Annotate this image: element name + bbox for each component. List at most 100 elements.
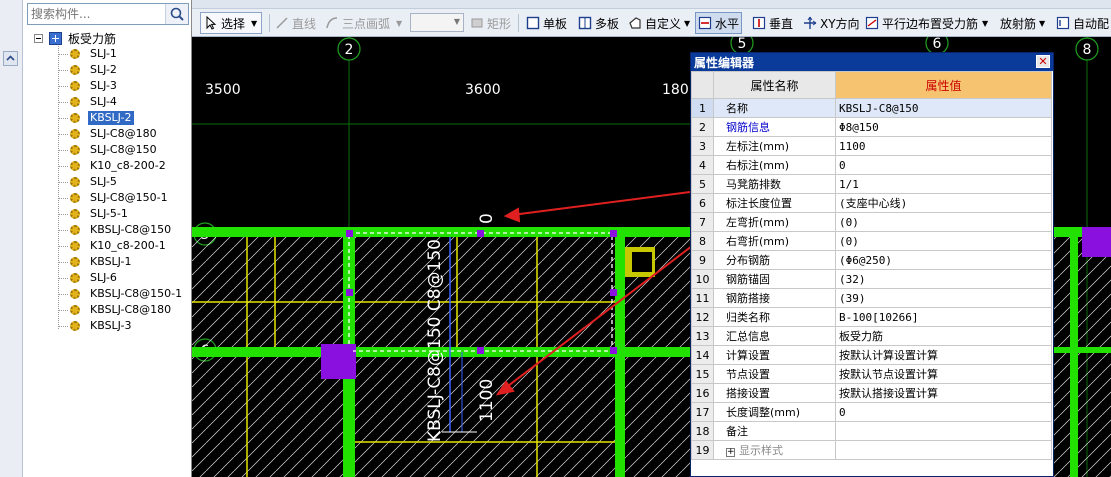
custom-button[interactable]: 自定义 ▼ bbox=[628, 12, 690, 34]
auto-config-button[interactable]: 自动配 bbox=[1056, 12, 1109, 34]
tree-item[interactable]: KBSLJ-3 bbox=[70, 318, 134, 334]
property-value[interactable]: 0 bbox=[835, 155, 1052, 175]
select-button[interactable]: 选择 ▼ bbox=[200, 12, 262, 34]
property-row[interactable]: 6 标注长度位置 (支座中心线) bbox=[691, 193, 1052, 213]
tree-item[interactable]: K10_c8-200-2 bbox=[70, 158, 168, 174]
property-row[interactable]: 1 名称 KBSLJ-C8@150 bbox=[691, 98, 1052, 118]
property-row[interactable]: 11 钢筋搭接 (39) bbox=[691, 288, 1052, 308]
tree-item[interactable]: SLJ-C8@150 bbox=[70, 142, 159, 158]
rebar-component-icon bbox=[70, 289, 80, 299]
property-value[interactable]: (Φ6@250) bbox=[835, 250, 1052, 270]
empty-dropdown[interactable]: ▼ bbox=[410, 13, 464, 32]
property-value[interactable]: 0 bbox=[835, 402, 1052, 422]
custom-polygon-icon bbox=[629, 17, 641, 29]
property-value[interactable]: (32) bbox=[835, 269, 1052, 289]
property-value[interactable]: (0) bbox=[835, 231, 1052, 251]
tree-item[interactable]: SLJ-C8@180 bbox=[70, 126, 159, 142]
property-row[interactable]: 4 右标注(mm) 0 bbox=[691, 155, 1052, 175]
property-row[interactable]: 12 归类名称 B-100[10266] bbox=[691, 307, 1052, 327]
tree-item[interactable]: KBSLJ-2 bbox=[70, 110, 134, 126]
parallel-edge-button[interactable]: 平行边布置受力筋 ▼ bbox=[865, 12, 988, 34]
multi-board-icon bbox=[578, 16, 592, 30]
tree-item[interactable]: SLJ-C8@150-1 bbox=[70, 190, 170, 206]
search-box bbox=[27, 3, 189, 25]
column[interactable] bbox=[1082, 227, 1111, 257]
property-row[interactable]: 7 左弯折(mm) (0) bbox=[691, 212, 1052, 232]
slab[interactable] bbox=[622, 357, 692, 477]
radial-button[interactable]: 放射筋 ▼ bbox=[1000, 12, 1045, 34]
tree-item[interactable]: SLJ-3 bbox=[70, 78, 119, 94]
close-icon[interactable]: ✕ bbox=[1036, 55, 1050, 68]
vertical-button[interactable]: 垂直 bbox=[752, 12, 793, 34]
property-name: 左弯折(mm) bbox=[713, 212, 836, 232]
single-board-button[interactable]: 单板 bbox=[526, 12, 567, 34]
property-value[interactable]: Φ8@150 bbox=[835, 117, 1052, 137]
property-row[interactable]: 14 计算设置 按默认计算设置计算 bbox=[691, 345, 1052, 365]
property-value[interactable]: (39) bbox=[835, 288, 1052, 308]
property-row[interactable]: 5 马凳筋排数 1/1 bbox=[691, 174, 1052, 194]
collapse-icon[interactable] bbox=[34, 33, 43, 43]
xy-direction-button[interactable]: XY方向 bbox=[803, 12, 860, 34]
search-input[interactable] bbox=[28, 4, 170, 24]
tree-item[interactable]: SLJ-4 bbox=[70, 94, 119, 110]
property-row[interactable]: 15 节点设置 按默认节点设置计算 bbox=[691, 364, 1052, 384]
property-index: 9 bbox=[691, 250, 714, 270]
property-value[interactable]: KBSLJ-C8@150 bbox=[835, 98, 1052, 118]
property-row[interactable]: 19 + 显示样式 bbox=[691, 440, 1052, 460]
property-value[interactable]: 板受力筋 bbox=[835, 326, 1052, 346]
property-value[interactable]: (0) bbox=[835, 212, 1052, 232]
property-value[interactable]: 1/1 bbox=[835, 174, 1052, 194]
tree-item[interactable]: SLJ-5-1 bbox=[70, 206, 130, 222]
slab[interactable] bbox=[1052, 237, 1111, 477]
slab[interactable] bbox=[355, 237, 615, 347]
tree-item[interactable]: KBSLJ-1 bbox=[70, 254, 134, 270]
property-row[interactable]: 2 钢筋信息 Φ8@150 bbox=[691, 117, 1052, 137]
slab[interactable] bbox=[192, 237, 349, 347]
tree-item[interactable]: SLJ-5 bbox=[70, 174, 119, 190]
property-value[interactable]: (支座中心线) bbox=[835, 193, 1052, 213]
property-row[interactable]: 18 备注 bbox=[691, 421, 1052, 441]
property-row[interactable]: 16 搭接设置 按默认搭接设置计算 bbox=[691, 383, 1052, 403]
property-value[interactable] bbox=[835, 421, 1052, 441]
dimension-text: 3500 bbox=[205, 82, 241, 98]
rect-tool[interactable]: 矩形 bbox=[470, 12, 511, 34]
property-value[interactable]: 按默认搭接设置计算 bbox=[835, 383, 1052, 403]
property-row[interactable]: 17 长度调整(mm) 0 bbox=[691, 402, 1052, 422]
tree-item[interactable]: SLJ-6 bbox=[70, 270, 119, 286]
property-index: 4 bbox=[691, 155, 714, 175]
dropdown-arrow-icon: ▼ bbox=[982, 18, 989, 28]
tree-item[interactable]: SLJ-2 bbox=[70, 62, 119, 78]
property-value[interactable]: B-100[10266] bbox=[835, 307, 1052, 327]
horizontal-button[interactable]: 水平 bbox=[695, 12, 743, 34]
property-name: 名称 bbox=[713, 98, 836, 118]
tree-item[interactable]: SLJ-1 bbox=[70, 46, 119, 62]
tree-item[interactable]: KBSLJ-C8@150 bbox=[70, 222, 173, 238]
property-index: 11 bbox=[691, 288, 714, 308]
scroll-up-button[interactable] bbox=[3, 51, 18, 66]
tree-item[interactable]: K10_c8-200-1 bbox=[70, 238, 168, 254]
property-index: 13 bbox=[691, 326, 714, 346]
search-button[interactable] bbox=[165, 4, 188, 24]
property-row[interactable]: 8 右弯折(mm) (0) bbox=[691, 231, 1052, 251]
vertical-rebar-icon bbox=[752, 16, 766, 30]
property-row[interactable]: 13 汇总信息 板受力筋 bbox=[691, 326, 1052, 346]
property-row[interactable]: 3 左标注(mm) 1100 bbox=[691, 136, 1052, 156]
tree-guide-line bbox=[58, 134, 68, 135]
arc-tool[interactable]: 三点画弧 ▼ bbox=[325, 12, 402, 34]
line-tool[interactable]: 直线 bbox=[275, 12, 316, 34]
property-value[interactable]: 按默认计算设置计算 bbox=[835, 345, 1052, 365]
property-value[interactable] bbox=[835, 440, 1052, 460]
tree-item[interactable]: KBSLJ-C8@150-1 bbox=[70, 286, 184, 302]
right-mark-label: 0 bbox=[477, 213, 497, 224]
multi-board-button[interactable]: 多板 bbox=[578, 12, 619, 34]
property-value[interactable]: 1100 bbox=[835, 136, 1052, 156]
expand-icon[interactable]: + bbox=[726, 448, 735, 457]
single-board-icon bbox=[526, 16, 540, 30]
property-value[interactable]: 按默认节点设置计算 bbox=[835, 364, 1052, 384]
property-row[interactable]: 10 钢筋锚固 (32) bbox=[691, 269, 1052, 289]
property-row[interactable]: 9 分布钢筋 (Φ6@250) bbox=[691, 250, 1052, 270]
tree-item[interactable]: KBSLJ-C8@180 bbox=[70, 302, 173, 318]
property-editor-titlebar[interactable]: 属性编辑器 ✕ bbox=[691, 53, 1053, 71]
tree-guide-line bbox=[58, 150, 68, 151]
tree-root[interactable]: 板受力筋 bbox=[34, 30, 116, 46]
